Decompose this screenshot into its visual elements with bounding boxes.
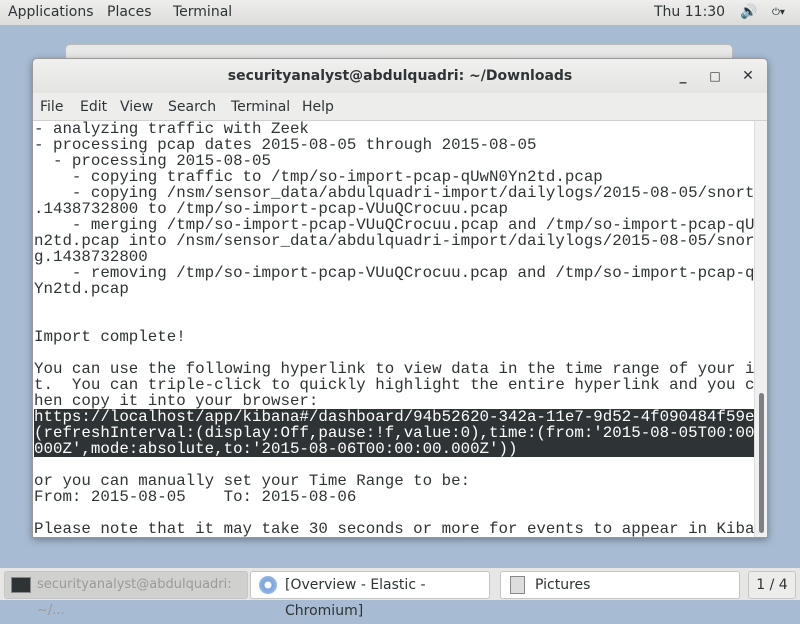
highlighted-hyperlink-line: (refreshInterval:(display:Off,pause:!f,v… bbox=[34, 424, 755, 442]
taskbar: securityanalyst@abdulquadri: ~/... [Over… bbox=[0, 567, 800, 619]
terminal-line: - merging /tmp/so-import-pcap-VUuQCrocuu… bbox=[34, 216, 755, 234]
minimize-button[interactable]: _ bbox=[673, 59, 693, 93]
terminal-line: Please note that it may take 30 seconds … bbox=[34, 520, 755, 537]
terminal-line: - processing 2015-08-05 bbox=[34, 152, 271, 170]
taskbar-chromium-label: [Overview - Elastic - Chromium] bbox=[285, 577, 426, 619]
terminal-line: - copying traffic to /tmp/so-import-pcap… bbox=[34, 168, 603, 186]
terminal-icon bbox=[11, 577, 31, 593]
terminal-window: securityanalyst@abdulquadri: ~/Downloads… bbox=[32, 58, 768, 538]
highlighted-hyperlink-line: https://localhost/app/kibana#/dashboard/… bbox=[34, 408, 755, 426]
terminal-output[interactable]: - analyzing traffic with Zeek - processin… bbox=[33, 121, 755, 537]
menu-terminal[interactable]: Terminal bbox=[231, 99, 290, 115]
chromium-icon bbox=[259, 576, 277, 594]
taskbar-chromium[interactable]: [Overview - Elastic - Chromium] bbox=[250, 571, 490, 619]
taskbar-terminal[interactable]: securityanalyst@abdulquadri: ~/... bbox=[4, 571, 248, 618]
taskbar-pictures-label: Pictures bbox=[535, 577, 591, 593]
terminal-line: You can use the following hyperlink to v… bbox=[34, 360, 755, 378]
terminal-line: - processing pcap dates 2015-08-05 throu… bbox=[34, 136, 537, 154]
workspace-switcher[interactable]: 1 / 4 bbox=[748, 571, 796, 599]
terminal-line: .1438732800 to /tmp/so-import-pcap-VUuQC… bbox=[34, 200, 508, 218]
taskbar-pictures[interactable]: Pictures bbox=[500, 571, 740, 599]
menu-bar: File Edit View Search Terminal Help bbox=[33, 93, 767, 121]
clock[interactable]: Thu 11:30 bbox=[654, 4, 725, 20]
terminal-line: n2td.pcap into /nsm/sensor_data/abdulqua… bbox=[34, 232, 755, 250]
title-bar[interactable]: securityanalyst@abdulquadri: ~/Downloads… bbox=[33, 59, 767, 93]
top-bar: Applications Places Terminal Thu 11:30 🔊… bbox=[0, 0, 800, 26]
window-title: securityanalyst@abdulquadri: ~/Downloads bbox=[227, 68, 573, 84]
applications-menu[interactable]: Applications bbox=[8, 4, 94, 20]
terminal-line: - copying /nsm/sensor_data/abdulquadri-i… bbox=[34, 184, 755, 202]
terminal-line: hen copy it into your browser: bbox=[34, 392, 319, 410]
highlighted-hyperlink-line: 000Z',mode:absolute,to:'2015-08-06T00:00… bbox=[34, 441, 755, 457]
terminal-line: Yn2td.pcap bbox=[34, 280, 129, 298]
power-menu-icon[interactable]: ⏻▾ bbox=[772, 7, 785, 18]
terminal-app-menu[interactable]: Terminal bbox=[173, 4, 232, 20]
places-menu[interactable]: Places bbox=[107, 4, 152, 20]
menu-view[interactable]: View bbox=[120, 99, 153, 115]
terminal-line: or you can manually set your Time Range … bbox=[34, 472, 471, 490]
scrollbar[interactable] bbox=[754, 121, 767, 537]
close-button[interactable]: ✕ bbox=[738, 59, 758, 93]
terminal-line: g.1438732800 bbox=[34, 248, 148, 266]
terminal-line: From: 2015-08-05 To: 2015-08-06 bbox=[34, 488, 357, 506]
maximize-button[interactable]: □ bbox=[705, 59, 725, 93]
scrollbar-thumb[interactable] bbox=[759, 393, 764, 533]
file-cabinet-icon bbox=[510, 576, 525, 594]
terminal-line: - analyzing traffic with Zeek bbox=[34, 121, 309, 138]
terminal-line: t. You can triple-click to quickly highl… bbox=[34, 376, 755, 394]
menu-search[interactable]: Search bbox=[168, 99, 216, 115]
menu-file[interactable]: File bbox=[40, 99, 63, 115]
terminal-line: - removing /tmp/so-import-pcap-VUuQCrocu… bbox=[34, 264, 755, 282]
taskbar-terminal-label: securityanalyst@abdulquadri: ~/... bbox=[37, 577, 232, 618]
terminal-line: Import complete! bbox=[34, 328, 186, 346]
menu-edit[interactable]: Edit bbox=[80, 99, 107, 115]
menu-help[interactable]: Help bbox=[302, 99, 334, 115]
volume-icon[interactable]: 🔊 bbox=[740, 4, 757, 20]
